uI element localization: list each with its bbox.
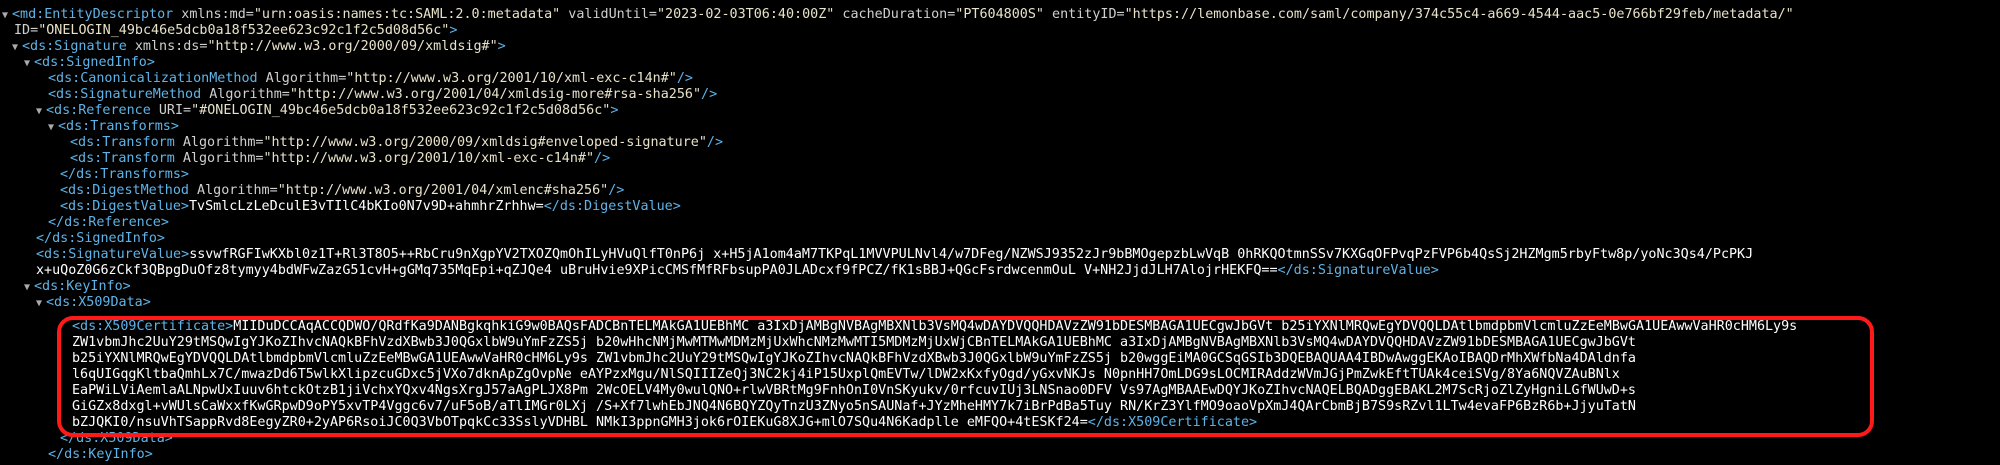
- attr-name: Algorithm=: [189, 183, 278, 198]
- tag-signature-value: <ds:SignatureValue>: [36, 247, 190, 262]
- signature-value-line-cont: x+uQoZ0G6zCkf3QBpgDuOfz8tymyy4bdWFwZazG5…: [36, 262, 1439, 280]
- tag-transforms-close: </ds:Transforms>: [60, 167, 189, 182]
- tag-keyinfo: <ds:KeyInfo>: [34, 279, 131, 294]
- certificate-highlight-box: [57, 316, 1874, 437]
- tag-reference: <ds:Reference: [46, 103, 151, 118]
- tag-reference-close: </ds:Reference>: [48, 215, 169, 230]
- tag-transforms: <ds:Transforms>: [58, 119, 179, 134]
- attr-value: "http://www.w3.org/2000/09/xmldsig#envel…: [263, 135, 707, 150]
- attr-value: "http://www.w3.org/2000/09/xmldsig#": [207, 39, 498, 54]
- tag-punct: >: [449, 23, 458, 38]
- attr-name: entityID=: [1043, 7, 1125, 22]
- attr-name: URI=: [150, 103, 192, 118]
- attr-value: "http://www.w3.org/2001/10/xml-exc-c14n#…: [263, 151, 595, 166]
- triangle-down-icon[interactable]: ▼: [24, 55, 34, 73]
- tag-entity-descriptor: <md:EntityDescriptor: [12, 7, 174, 22]
- attr-value: "2023-02-03T06:40:00Z": [656, 7, 835, 22]
- signature-value-text: ssvwfRGFIwKXbl0z1T+Rl3T8O5++RbCru9nXgpYV…: [189, 247, 1754, 262]
- tag-punct: />: [594, 151, 611, 166]
- attr-value: "http://www.w3.org/2001/04/xmldsig-more#…: [289, 87, 702, 102]
- tag-transform: <ds:Transform: [70, 151, 175, 166]
- attr-name: Algorithm=: [257, 71, 347, 86]
- triangle-down-icon[interactable]: ▼: [12, 39, 22, 57]
- attr-name: xmlns:md=: [173, 7, 254, 22]
- tag-signature-value-close: </ds:SignatureValue>: [1277, 263, 1439, 278]
- triangle-down-icon[interactable]: ▼: [36, 103, 46, 121]
- attr-value: "#ONELOGIN_49bc46e5dcb0a18f532ee623c92c1…: [191, 103, 611, 118]
- attr-value: "urn:oasis:names:tc:SAML:2.0:metadata": [253, 7, 561, 22]
- triangle-down-icon[interactable]: ▼: [2, 7, 12, 25]
- attr-name: ID=: [14, 23, 39, 38]
- attr-name: Algorithm=: [201, 87, 290, 102]
- attr-name: cacheDuration=: [834, 7, 956, 22]
- attr-value: "http://www.w3.org/2001/10/xml-exc-c14n#…: [346, 71, 677, 86]
- digest-value-text: TvSmlcLzLeDculE3vTIlC4bKIo0N7v9D+ahmhrZr…: [189, 199, 544, 214]
- attr-value: "PT604800S": [955, 7, 1044, 22]
- tag-digest-value: <ds:DigestValue>: [60, 199, 189, 214]
- tag-signature-method: <ds:SignatureMethod: [48, 87, 202, 102]
- tag-punct: />: [701, 87, 718, 102]
- tag-digest-method: <ds:DigestMethod: [60, 183, 189, 198]
- tag-punct: />: [676, 71, 693, 86]
- tag-x509data: <ds:X509Data>: [46, 295, 151, 310]
- xml-viewer: { "accent_color": "#5fb3e8", "highlight_…: [0, 0, 2000, 465]
- signature-value-text: x+uQoZ0G6zCkf3QBpgDuOfz8tymyy4bdWFwZazG5…: [36, 263, 1278, 278]
- tag-signedinfo-close: </ds:SignedInfo>: [36, 231, 165, 246]
- attr-name: validUntil=: [560, 7, 657, 22]
- triangle-down-icon[interactable]: ▼: [36, 295, 46, 313]
- tag-punct: >: [610, 103, 619, 118]
- attr-name: Algorithm=: [174, 151, 264, 166]
- tag-transform: <ds:Transform: [70, 135, 175, 150]
- tag-punct: />: [608, 183, 625, 198]
- tag-punct: />: [706, 135, 724, 150]
- attr-value: "http://www.w3.org/2001/04/xmlenc#sha256…: [277, 183, 609, 198]
- tag-canonicalization: <ds:CanonicalizationMethod: [48, 71, 258, 86]
- tag-signature: <ds:Signature: [22, 39, 127, 54]
- tag-digest-value-close: </ds:DigestValue>: [543, 199, 681, 214]
- triangle-down-icon[interactable]: ▼: [48, 119, 58, 137]
- x509data-line: ▼ <ds:X509Data>: [36, 294, 151, 312]
- triangle-down-icon[interactable]: ▼: [24, 279, 34, 297]
- attr-value: "https://lemonbase.com/saml/company/374c…: [1124, 7, 1794, 22]
- attr-name: xmlns:ds=: [126, 39, 208, 54]
- attr-value: "ONELOGIN_49bc46e5dcb0a18f532ee623c92c1f…: [38, 23, 450, 38]
- tag-signedinfo: <ds:SignedInfo>: [34, 55, 155, 70]
- tag-keyinfo-close: </ds:KeyInfo>: [48, 447, 153, 462]
- keyinfo-close-line: </ds:KeyInfo>: [48, 446, 153, 464]
- tag-punct: >: [497, 39, 506, 54]
- attr-name: Algorithm=: [174, 135, 264, 150]
